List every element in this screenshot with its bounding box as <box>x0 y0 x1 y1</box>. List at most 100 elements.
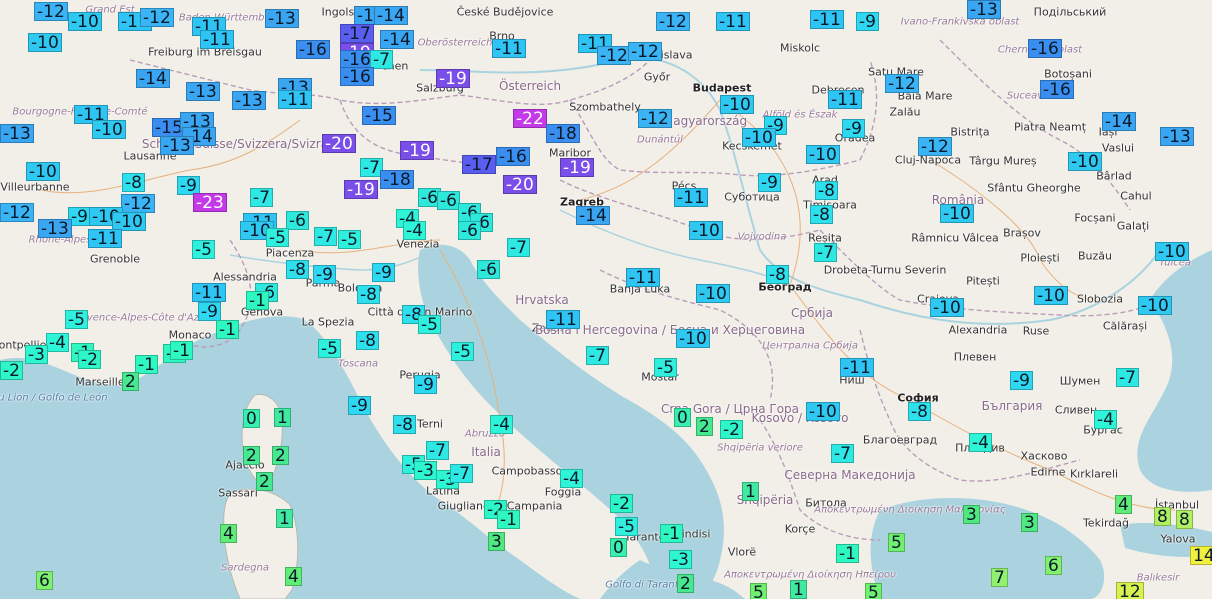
temperature-label: -5 <box>615 517 638 536</box>
temperature-label: -9 <box>856 12 879 31</box>
temperature-label: -4 <box>46 333 69 352</box>
temperature-label: -1 <box>497 510 520 529</box>
temperature-label: -2 <box>78 350 101 369</box>
temperature-label: -5 <box>338 230 361 249</box>
temperature-label: 0 <box>243 409 260 428</box>
temperature-label: -8 <box>122 173 145 192</box>
temperature-label: -10 <box>742 128 776 147</box>
temperature-label: -11 <box>278 90 312 109</box>
temperature-label: -8 <box>766 265 789 284</box>
weather-map[interactable]: České Budějovice Ingolst Grand Est Baden-Wü… <box>0 0 1212 599</box>
temperature-label: -7 <box>814 243 837 262</box>
temperature-label: -10 <box>806 402 840 421</box>
place-label: Αποκεντρωμένη Διοίκηση Ηπείρου <box>724 569 896 581</box>
place-label: Kırklareli <box>1069 467 1119 481</box>
place-label: Alexandria <box>948 323 1008 337</box>
temperature-label: -10 <box>1155 242 1189 261</box>
place-label: Ruse <box>1022 324 1050 338</box>
place-label: Golfe du Lion / Golfo de León <box>0 392 108 404</box>
place-label: Shqipëria veriore <box>717 442 803 454</box>
temperature-label: -14 <box>576 206 610 225</box>
temperature-label: -12 <box>918 137 952 156</box>
place-label: Piatra Neamț <box>1013 120 1087 134</box>
place-label: La Spezia <box>301 315 355 329</box>
temperature-label: -1 <box>660 524 683 543</box>
place-label: Ingolst <box>321 5 359 19</box>
place-label: Шумен <box>1059 374 1101 388</box>
temperature-label: -11 <box>88 229 122 248</box>
temperature-label: -23 <box>193 193 227 212</box>
temperature-label: -8 <box>356 331 379 350</box>
temperature-label: -12 <box>656 12 690 31</box>
place-label: Târgu Mureș <box>969 154 1037 168</box>
temperature-label: -18 <box>380 170 414 189</box>
place-label: Buzău <box>1077 249 1113 263</box>
place-label: Magyarország <box>662 114 748 128</box>
temperature-label: -13 <box>265 9 299 28</box>
place-label: Cahul <box>1120 189 1152 203</box>
temperature-label: -10 <box>806 145 840 164</box>
place-label: Bistrița <box>950 125 990 139</box>
temperature-label: -14 <box>136 69 170 88</box>
temperature-label: -14 <box>380 30 414 49</box>
temperature-label: -11 <box>828 90 862 109</box>
place-label: Győr <box>643 70 671 84</box>
temperature-label: -4 <box>1094 410 1117 429</box>
place-label: Botoșani <box>1044 67 1092 81</box>
temperature-label: -16 <box>496 147 530 166</box>
temperature-label: -9 <box>842 119 865 138</box>
temperature-label: -6 <box>477 260 500 279</box>
temperature-label: -10 <box>28 33 62 52</box>
temperature-label: -15 <box>362 106 396 125</box>
temperature-label: -16 <box>1028 39 1062 58</box>
temperature-label: -17 <box>462 155 496 174</box>
temperature-label: -1 <box>216 320 239 339</box>
place-label: Szombathely <box>569 100 641 114</box>
temperature-label: -2 <box>0 361 23 380</box>
temperature-label: -10 <box>26 162 60 181</box>
temperature-label: -10 <box>676 329 710 348</box>
place-label: Sardegna <box>221 562 269 574</box>
temperature-label: -9 <box>372 263 395 282</box>
temperature-label: -3 <box>669 550 692 569</box>
temperature-label: -12 <box>140 8 174 27</box>
temperature-label: -9 <box>1010 371 1033 390</box>
temperature-label: -19 <box>436 69 470 88</box>
place-label: Ivano-Frankivska oblast <box>900 16 1020 28</box>
temperature-label: -5 <box>192 240 215 259</box>
place-label: Piacenza <box>265 246 315 260</box>
temperature-label: 8 <box>1154 507 1171 526</box>
place-label: Dunántúl <box>637 134 683 146</box>
temperature-label: 3 <box>1021 513 1038 532</box>
place-label: Österreich <box>498 79 562 93</box>
temperature-label: -12 <box>638 109 672 128</box>
place-label: Хасково <box>1020 449 1068 463</box>
temperature-label: -9 <box>348 396 371 415</box>
temperature-label: -11 <box>626 268 660 287</box>
place-label: Râmnicu Vâlcea <box>911 231 999 245</box>
temperature-label: -12 <box>34 2 68 21</box>
temperature-label: -4 <box>490 415 513 434</box>
temperature-label: 8 <box>1176 510 1193 529</box>
temperature-label: -9 <box>414 375 437 394</box>
temperature-label: -8 <box>815 181 838 200</box>
temperature-label: -10 <box>930 298 964 317</box>
temperature-label: 0 <box>610 538 627 557</box>
temperature-label: -3 <box>414 461 437 480</box>
temperature-label: -10 <box>689 221 723 240</box>
place-label: České Budějovice <box>456 5 554 19</box>
temperature-label: -11 <box>192 283 226 302</box>
temperature-label: 14 <box>1190 546 1212 565</box>
place-label: Grenoble <box>89 252 141 266</box>
temperature-label: -13 <box>0 124 34 143</box>
place-label: Tekirdağ <box>1082 516 1130 530</box>
temperature-label: -13 <box>1160 127 1194 146</box>
temperature-label: 4 <box>285 567 302 586</box>
place-label: Budapest <box>692 81 752 95</box>
temperature-label: -16 <box>296 40 330 59</box>
place-label: Sfântu Gheorghe <box>987 181 1081 195</box>
temperature-label: -8 <box>286 260 309 279</box>
temperature-label: -11 <box>716 12 750 31</box>
temperature-label: -1 <box>246 291 269 310</box>
temperature-label: -17 <box>340 24 374 43</box>
